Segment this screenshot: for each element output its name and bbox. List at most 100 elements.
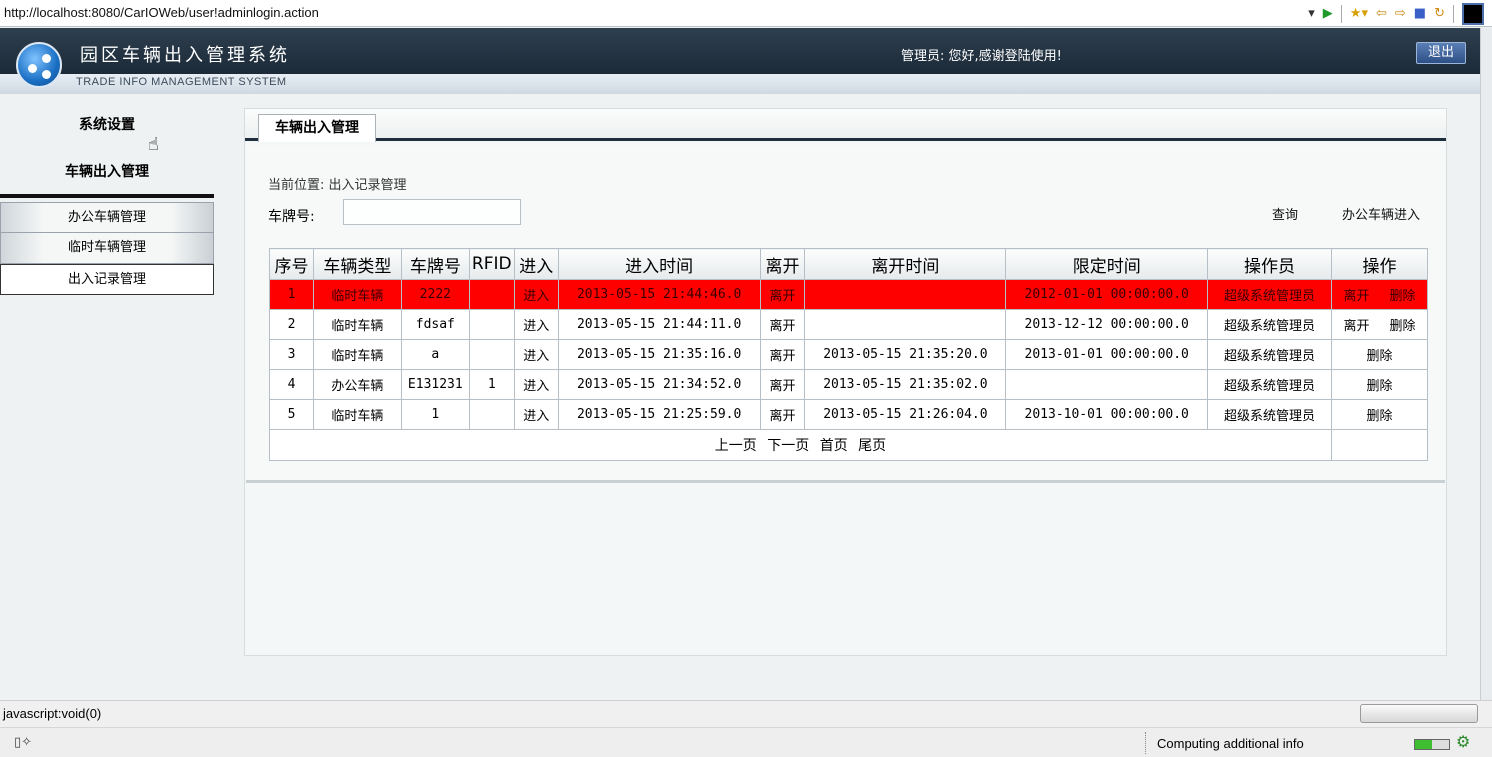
cell-type: 临时车辆 xyxy=(312,309,402,340)
cell-leave: 离开 xyxy=(759,399,806,430)
status-link-text: javascript:void(0) xyxy=(3,706,102,721)
url-field[interactable]: http://localhost:8080/CarIOWeb/user!admi… xyxy=(4,5,319,20)
cell-no: 5 xyxy=(269,399,314,430)
logo-icon xyxy=(16,42,62,88)
cell-leave: 离开 xyxy=(759,369,806,400)
browser-toolbar: ▾ ▶ ★▾ ⇦ ⇨ ■ ↻ xyxy=(1308,3,1484,25)
cell-actions: 离开 删除 xyxy=(1330,279,1429,310)
cell-leave: 离开 xyxy=(759,279,806,310)
logout-button[interactable]: 退出 xyxy=(1416,42,1466,64)
forward-icon[interactable]: ⇨ xyxy=(1395,4,1406,24)
cell-no: 3 xyxy=(269,339,314,370)
cell-no: 2 xyxy=(269,309,314,340)
cell-type: 办公车辆 xyxy=(312,369,402,400)
tile-icon[interactable] xyxy=(1462,3,1484,25)
cell-operator: 超级系统管理员 xyxy=(1207,309,1332,340)
cell-no: 4 xyxy=(269,369,314,400)
col-actions: 操作 xyxy=(1330,248,1429,280)
refresh-icon[interactable]: ↻ xyxy=(1434,4,1445,24)
table-row: 1 临时车辆 2222 进入 2013-05-15 21:44:46.0 离开 … xyxy=(269,279,1429,310)
cell-actions: 删除 xyxy=(1330,369,1429,400)
toolbar-separator xyxy=(1453,5,1454,23)
cell-plate: 2222 xyxy=(400,279,470,310)
go-icon[interactable]: ▶ xyxy=(1323,4,1333,24)
breadcrumb: 当前位置: 出入记录管理 xyxy=(268,178,407,193)
leave-link[interactable]: 离开 xyxy=(1333,285,1379,304)
settings-icon[interactable]: ⚙ xyxy=(1456,732,1470,751)
query-button[interactable]: 查询 xyxy=(1272,204,1298,223)
cell-enter-time: 2013-05-15 21:34:52.0 xyxy=(557,369,761,400)
progress-indicator-icon xyxy=(1414,739,1450,750)
cell-rfid xyxy=(468,279,515,310)
hand-cursor-icon: ☝ xyxy=(148,134,159,155)
browser-status-bar: ▯✧ Computing additional info ⚙ xyxy=(0,727,1492,757)
delete-link[interactable]: 删除 xyxy=(1356,405,1402,424)
cell-operator: 超级系统管理员 xyxy=(1207,369,1332,400)
cell-limit-time: 2013-10-01 00:00:00.0 xyxy=(1005,399,1209,430)
cell-leave-time: 2013-05-15 21:35:20.0 xyxy=(804,339,1007,370)
pager: 上一页 下一页 首页 尾页 xyxy=(269,429,1332,461)
plate-search-input[interactable] xyxy=(343,199,521,225)
cell-leave-time: 2013-05-15 21:35:02.0 xyxy=(804,369,1007,400)
page-icon: ▯✧ xyxy=(14,735,33,750)
cell-type: 临时车辆 xyxy=(312,399,402,430)
nav-section-vehicle-io[interactable]: 车辆出入管理 xyxy=(0,161,214,181)
col-type: 车辆类型 xyxy=(312,248,402,280)
next-page-link[interactable]: 下一页 xyxy=(767,438,809,454)
tab-vehicle-io[interactable]: 车辆出入管理 xyxy=(258,114,376,142)
cell-actions: 离开 删除 xyxy=(1330,309,1429,340)
delete-link[interactable]: 删除 xyxy=(1356,345,1402,364)
cell-actions: 删除 xyxy=(1330,339,1429,370)
welcome-text: 管理员: 您好,感谢登陆使用! xyxy=(901,49,1062,64)
page-scrollbar[interactable] xyxy=(1480,28,1492,700)
browser-address-bar: http://localhost:8080/CarIOWeb/user!admi… xyxy=(0,0,1492,27)
cell-limit-time: 2013-01-01 00:00:00.0 xyxy=(1005,339,1209,370)
cell-leave: 离开 xyxy=(759,309,806,340)
cell-enter-time: 2013-05-15 21:35:16.0 xyxy=(557,339,761,370)
prev-page-link[interactable]: 上一页 xyxy=(715,438,757,454)
app-subtitle: TRADE INFO MANAGEMENT SYSTEM xyxy=(76,76,287,88)
toolbar-separator xyxy=(1340,5,1342,23)
nav-item-temp-vehicles[interactable]: 临时车辆管理 xyxy=(0,233,214,264)
col-limit-time: 限定时间 xyxy=(1005,248,1209,280)
cell-type: 临时车辆 xyxy=(312,279,402,310)
cell-plate: fdsaf xyxy=(400,309,470,340)
cell-enter: 进入 xyxy=(513,279,559,310)
delete-link[interactable]: 删除 xyxy=(1356,375,1402,394)
cell-rfid xyxy=(468,309,515,340)
nav-item-io-records[interactable]: 出入记录管理 xyxy=(0,264,214,295)
cell-leave-time: 2013-05-15 21:26:04.0 xyxy=(804,399,1007,430)
stop-icon[interactable]: ■ xyxy=(1414,4,1426,24)
col-leave-time: 离开时间 xyxy=(804,248,1007,280)
nav-item-office-vehicles[interactable]: 办公车辆管理 xyxy=(0,202,214,233)
delete-link[interactable]: 删除 xyxy=(1379,285,1425,304)
leave-link[interactable]: 离开 xyxy=(1333,315,1379,334)
delete-link[interactable]: 删除 xyxy=(1379,315,1425,334)
back-icon[interactable]: ⇦ xyxy=(1376,4,1387,24)
cell-enter: 进入 xyxy=(513,369,559,400)
nav-section-system-settings[interactable]: 系统设置 xyxy=(0,114,214,134)
col-rfid: RFID xyxy=(468,248,515,280)
col-leave: 离开 xyxy=(759,248,806,280)
table-row: 4 办公车辆 E131231 1 进入 2013-05-15 21:34:52.… xyxy=(269,369,1429,400)
office-vehicle-enter-link[interactable]: 办公车辆进入 xyxy=(1342,204,1420,223)
app-title: 园区车辆出入管理系统 xyxy=(80,45,290,66)
last-page-link[interactable]: 尾页 xyxy=(858,438,886,454)
horizontal-scrollbar[interactable] xyxy=(1360,704,1478,723)
col-no: 序号 xyxy=(269,248,314,280)
pager-row: 上一页 下一页 首页 尾页 xyxy=(269,429,1429,461)
status-divider xyxy=(1145,732,1146,754)
cell-enter-time: 2013-05-15 21:44:11.0 xyxy=(557,309,761,340)
cell-rfid xyxy=(468,339,515,370)
favorites-icon[interactable]: ★▾ xyxy=(1350,4,1368,24)
cell-limit-time: 2012-01-01 00:00:00.0 xyxy=(1005,279,1209,310)
cell-limit-time xyxy=(1005,369,1209,400)
cell-rfid: 1 xyxy=(468,369,515,400)
first-page-link[interactable]: 首页 xyxy=(820,438,848,454)
dropdown-icon[interactable]: ▾ xyxy=(1308,4,1315,24)
cell-type: 临时车辆 xyxy=(312,339,402,370)
cell-enter-time: 2013-05-15 21:44:46.0 xyxy=(557,279,761,310)
cell-operator: 超级系统管理员 xyxy=(1207,339,1332,370)
col-operator: 操作员 xyxy=(1207,248,1332,280)
nav-list: 办公车辆管理 临时车辆管理 出入记录管理 xyxy=(0,202,214,295)
